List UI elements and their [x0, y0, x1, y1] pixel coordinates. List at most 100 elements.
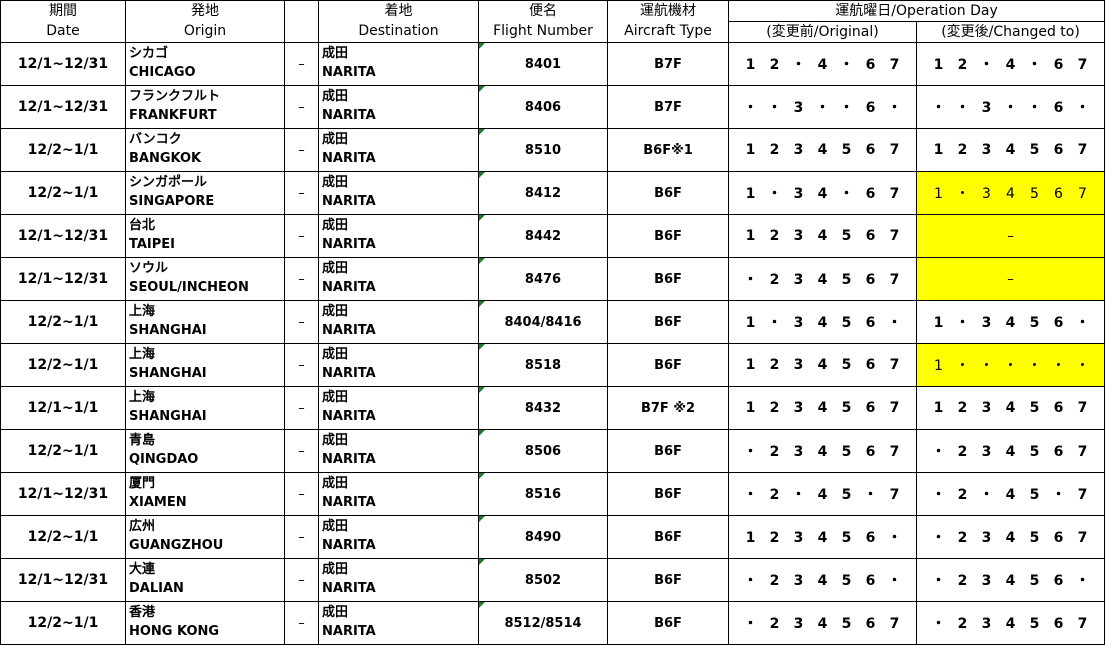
day-mark: 6	[865, 100, 876, 116]
table-row: 12/1~12/31 フランクフルト FRANKFURT – 成田 NARITA 8406 B…	[0, 85, 1106, 129]
origin-en: SEOUL/INCHEON	[129, 280, 249, 295]
date-cell: 12/1~12/31	[0, 472, 126, 516]
day-mark: 1	[745, 400, 756, 416]
day-mark: 3	[981, 530, 992, 546]
day-mark: 1	[933, 315, 944, 331]
original-days-cell: ・ 2 ・ 4 5 ・ 7	[728, 472, 917, 516]
aircraft-type-cell: B7F	[607, 85, 729, 129]
day-mark: 4	[817, 357, 828, 373]
header-original: (変更前/Original)	[728, 21, 917, 43]
separator-cell: –	[284, 300, 319, 344]
original-days-cell: 1 ・ 3 4 5 6 ・	[728, 300, 917, 344]
destination-en: NARITA	[322, 194, 376, 209]
day-mark: 5	[1029, 315, 1040, 331]
origin-cell: 上海 SHANGHAI	[125, 343, 285, 387]
day-mark: 2	[957, 530, 968, 546]
day-mark: 6	[865, 616, 876, 632]
day-mark: 5	[841, 272, 852, 288]
destination-cell: 成田 NARITA	[318, 429, 479, 473]
day-mark: 6	[1053, 444, 1064, 460]
day-mark: 5	[841, 228, 852, 244]
separator-cell: –	[284, 515, 319, 559]
separator-cell: –	[284, 257, 319, 301]
origin-en: BANGKOK	[129, 151, 202, 166]
date-cell: 12/2~1/1	[0, 601, 126, 645]
day-mark: 5	[1029, 142, 1040, 158]
header-origin-en: Origin	[125, 21, 285, 43]
day-mark: 6	[865, 315, 876, 331]
date-cell: 12/1~12/31	[0, 214, 126, 258]
day-mark: 1	[934, 186, 943, 202]
day-mark: ・	[743, 272, 758, 288]
header-flight-jp: 便名	[478, 0, 608, 22]
day-mark: 4	[1005, 315, 1016, 331]
day-mark: ・	[955, 186, 970, 202]
day-mark: ・	[863, 487, 878, 503]
day-mark: 4	[817, 616, 828, 632]
separator-cell: –	[284, 171, 319, 215]
day-mark: ・	[979, 358, 994, 374]
day-mark: ・	[931, 487, 946, 503]
destination-jp: 成田	[322, 132, 349, 147]
changed-days-cell: ・ 2 3 4 5 6 7	[915, 601, 1106, 645]
day-mark: 4	[1005, 573, 1016, 589]
aircraft-type-cell: B6F	[607, 214, 729, 258]
destination-en: NARITA	[322, 65, 376, 80]
origin-en: TAIPEI	[129, 237, 176, 252]
origin-jp: 上海	[129, 347, 156, 362]
destination-jp: 成田	[322, 433, 349, 448]
day-mark: 5	[841, 616, 852, 632]
day-mark: 6	[1053, 57, 1064, 73]
origin-jp: バンコク	[129, 132, 182, 147]
header-origin-jp: 発地	[125, 0, 285, 22]
table-row: 12/2~1/1 上海 SHANGHAI – 成田 NARITA 8518 B6F 1 2 3 4 5 6…	[0, 343, 1106, 387]
origin-cell: シンガポール SINGAPORE	[125, 171, 285, 215]
day-mark: ・	[743, 444, 758, 460]
day-mark: 6	[865, 573, 876, 589]
aircraft-type-cell: B6F	[607, 601, 729, 645]
origin-jp: フランクフルト	[129, 89, 221, 104]
original-days-cell: ・ 2 3 4 5 6 7	[728, 601, 917, 645]
day-mark: 3	[793, 315, 804, 331]
flight-number-cell: 8512/8514	[478, 601, 608, 645]
day-mark: ・	[1051, 358, 1066, 374]
day-mark: 7	[1077, 487, 1088, 503]
day-mark: ・	[1003, 358, 1018, 374]
day-mark: 2	[957, 400, 968, 416]
aircraft-type-cell: B6F	[607, 300, 729, 344]
day-mark: 1	[933, 57, 944, 73]
day-mark: 2	[769, 530, 780, 546]
changed-days-cell: –	[915, 214, 1106, 258]
flight-number-cell: 8404/8416	[478, 300, 608, 344]
flight-number-cell: 8516	[478, 472, 608, 516]
day-mark: 1	[745, 186, 756, 202]
day-mark: ・	[887, 315, 902, 331]
day-mark: 4	[1005, 616, 1016, 632]
origin-jp: 上海	[129, 304, 156, 319]
original-days-cell: 1234567	[728, 214, 917, 258]
destination-jp: 成田	[322, 605, 349, 620]
day-mark: 3	[981, 400, 992, 416]
header-changed: (変更後/Changed to)	[915, 21, 1106, 43]
day-mark: 2	[957, 57, 968, 73]
aircraft-type-cell: B6F	[607, 558, 729, 602]
date-cell: 12/1~12/31	[0, 42, 126, 86]
origin-cell: バンコク BANGKOK	[125, 128, 285, 172]
day-mark: 3	[793, 444, 804, 460]
day-mark: 2	[957, 487, 968, 503]
day-mark: 7	[1077, 400, 1088, 416]
day-mark: 4	[817, 315, 828, 331]
separator-cell: –	[284, 214, 319, 258]
day-mark: 3	[981, 100, 992, 116]
table-row: 12/2~1/1 広州 GUANGZHOU – 成田 NARITA 8490 B6F 1 2 3 4 5…	[0, 515, 1106, 559]
day-mark: ・	[1051, 487, 1066, 503]
day-mark: 2	[769, 616, 780, 632]
day-mark: 1	[933, 142, 944, 158]
day-mark: 3	[981, 616, 992, 632]
day-mark: 2	[769, 487, 780, 503]
table-row: 12/1~12/31 ソウル SEOUL/INCHEON – 成田 NARITA 8476 B…	[0, 257, 1106, 301]
date-cell: 12/2~1/1	[0, 171, 126, 215]
day-mark: ・	[743, 487, 758, 503]
origin-cell: ソウル SEOUL/INCHEON	[125, 257, 285, 301]
day-mark: 7	[889, 272, 900, 288]
